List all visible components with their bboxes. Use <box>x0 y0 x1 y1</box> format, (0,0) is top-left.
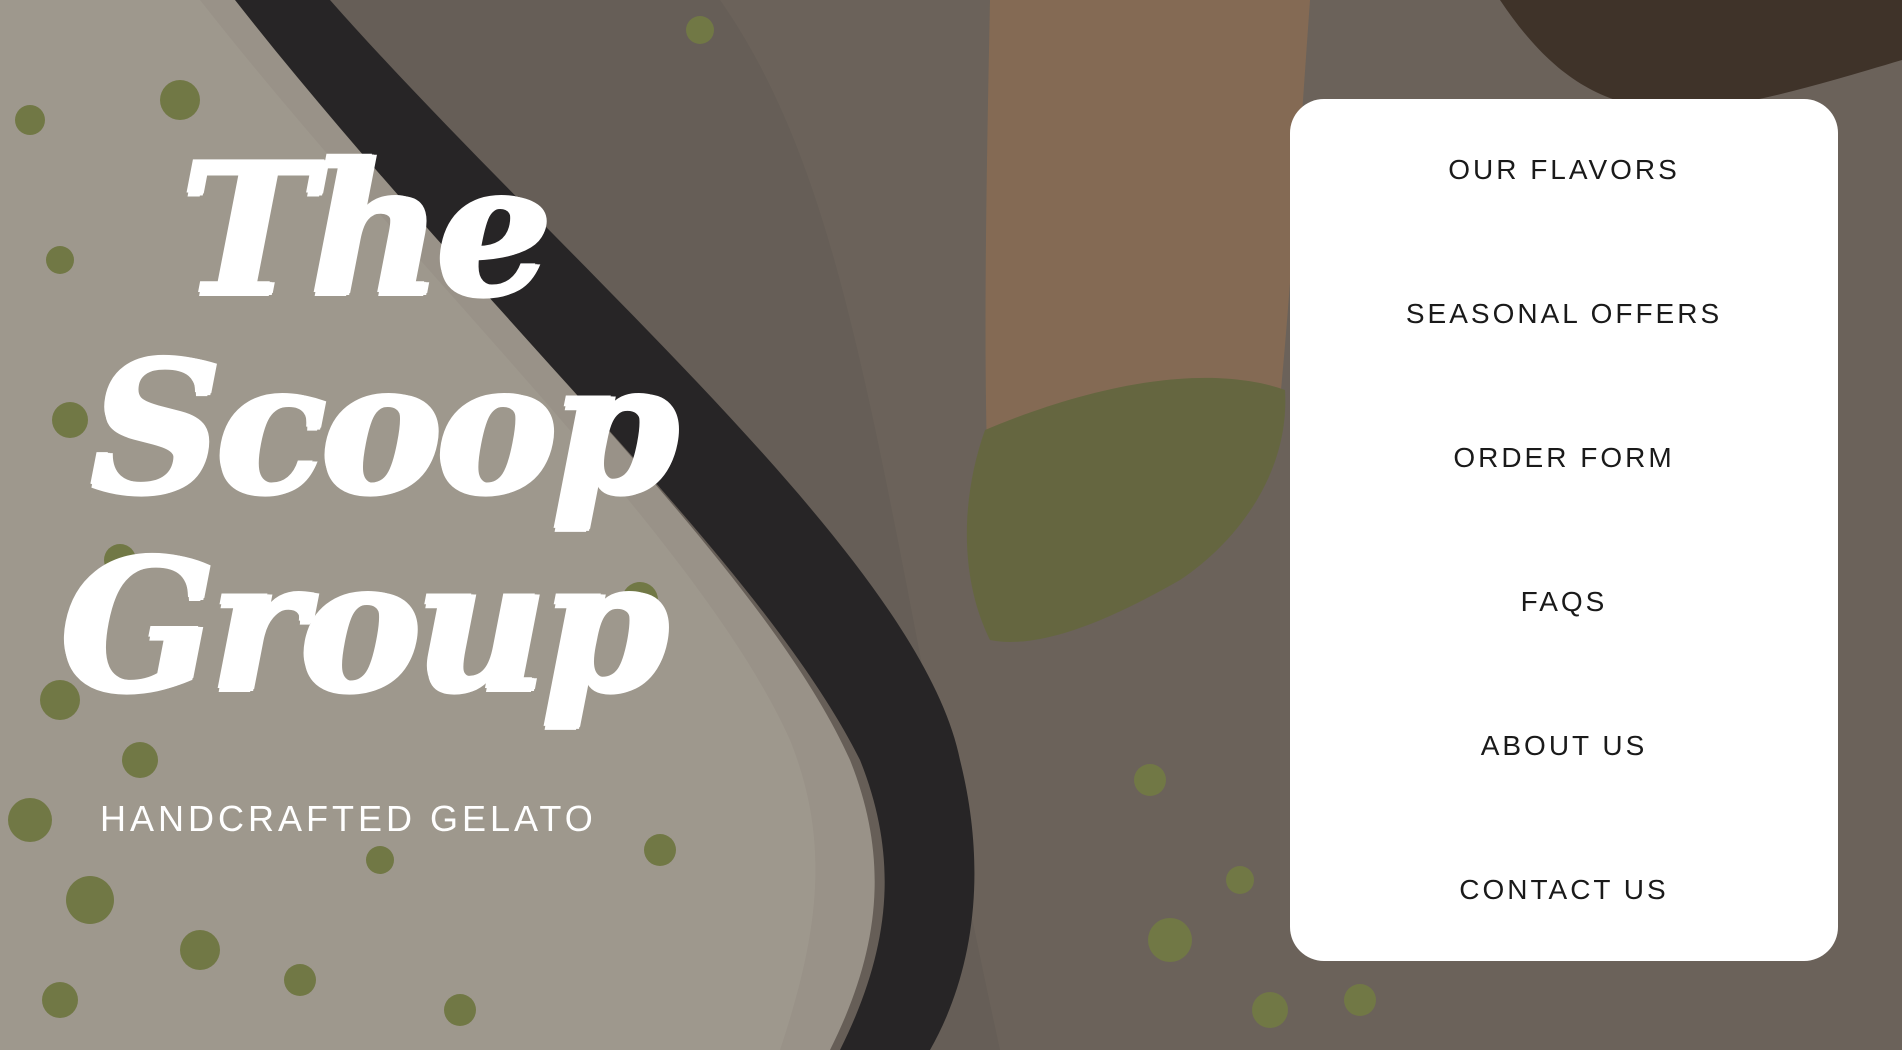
brand-title-line-2: Scoop <box>90 320 678 534</box>
menu-item-our-flavors[interactable]: OUR FLAVORS <box>1290 140 1838 200</box>
menu-item-contact-us[interactable]: CONTACT US <box>1290 860 1838 920</box>
brand-title: The Scoop Group <box>60 130 700 724</box>
menu-item-about-us[interactable]: ABOUT US <box>1290 716 1838 776</box>
hero-section: The Scoop Group HANDCRAFTED GELATO OUR F… <box>0 0 1902 1050</box>
menu-item-faqs[interactable]: FAQS <box>1290 572 1838 632</box>
brand-lockup: The Scoop Group HANDCRAFTED GELATO <box>60 130 700 850</box>
brand-title-line-3: Group <box>60 518 668 732</box>
menu-item-order-form[interactable]: ORDER FORM <box>1290 428 1838 488</box>
menu-item-seasonal-offers[interactable]: SEASONAL OFFERS <box>1290 284 1838 344</box>
navigation-menu: OUR FLAVORS SEASONAL OFFERS ORDER FORM F… <box>1290 99 1838 961</box>
brand-title-line-1: The <box>180 122 552 336</box>
brand-tagline: HANDCRAFTED GELATO <box>100 798 597 839</box>
